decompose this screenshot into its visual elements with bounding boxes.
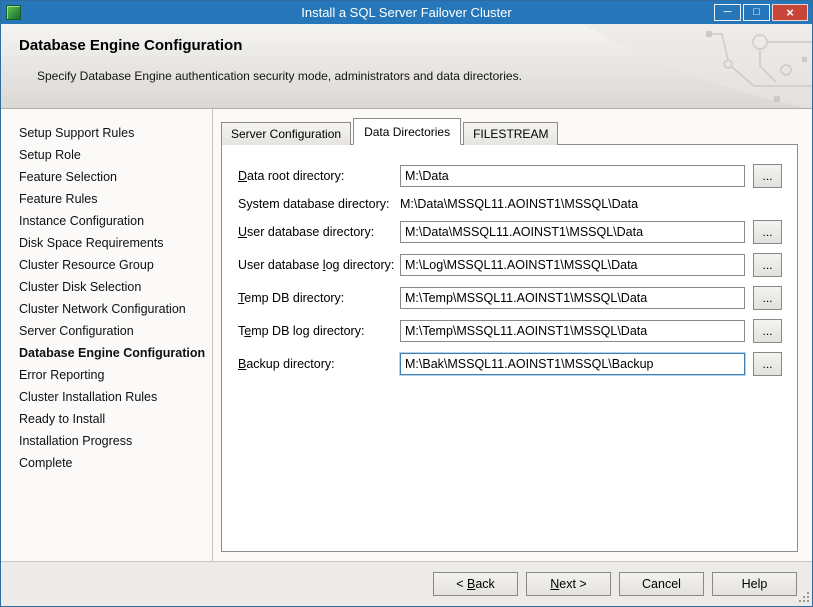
sidebar-item-cluster-disk-selection[interactable]: Cluster Disk Selection: [19, 276, 212, 298]
sidebar-item-instance-configuration[interactable]: Instance Configuration: [19, 210, 212, 232]
help-button[interactable]: Help: [712, 572, 797, 596]
tempdb-directory-label: Temp DB directory:: [238, 291, 345, 305]
field-row-data-root: Data root directory: ...: [238, 164, 782, 188]
cancel-button[interactable]: Cancel: [619, 572, 704, 596]
tab-filestream[interactable]: FILESTREAM: [463, 122, 559, 145]
system-database-directory-value: M:\Data\MSSQL11.AOINST1\MSSQL\Data: [400, 197, 639, 211]
window-title: Install a SQL Server Failover Cluster: [301, 5, 512, 20]
tempdb-log-directory-input[interactable]: [400, 320, 745, 342]
next-button[interactable]: Next >: [526, 572, 611, 596]
backup-directory-label: Backup directory:: [238, 357, 335, 371]
sidebar-item-setup-role[interactable]: Setup Role: [19, 144, 212, 166]
browse-tempdb-button[interactable]: ...: [753, 286, 782, 310]
sidebar-item-complete[interactable]: Complete: [19, 452, 212, 474]
sidebar-item-feature-rules[interactable]: Feature Rules: [19, 188, 212, 210]
field-row-system-database: System database directory: M:\Data\MSSQL…: [238, 197, 782, 211]
sidebar-item-error-reporting[interactable]: Error Reporting: [19, 364, 212, 386]
data-root-directory-label: Data root directory:: [238, 169, 345, 183]
close-icon: ×: [786, 5, 794, 20]
page-subtitle: Specify Database Engine authentication s…: [37, 69, 522, 83]
backup-directory-input[interactable]: [399, 352, 746, 376]
sidebar-item-cluster-resource-group[interactable]: Cluster Resource Group: [19, 254, 212, 276]
titlebar: Install a SQL Server Failover Cluster ─ …: [1, 1, 812, 24]
sidebar-item-installation-progress[interactable]: Installation Progress: [19, 430, 212, 452]
field-row-backup: Backup directory: ...: [238, 352, 782, 376]
tempdb-log-directory-label: Temp DB log directory:: [238, 324, 365, 338]
user-database-log-directory-label: User database log directory:: [238, 258, 395, 272]
sidebar-item-feature-selection[interactable]: Feature Selection: [19, 166, 212, 188]
data-directories-panel: Data root directory: ... System database…: [221, 144, 798, 552]
close-button[interactable]: ×: [772, 4, 808, 21]
sidebar-item-server-configuration[interactable]: Server Configuration: [19, 320, 212, 342]
main-panel: Server Configuration Data Directories FI…: [213, 109, 812, 561]
app-icon: [6, 5, 21, 20]
data-root-directory-input[interactable]: [400, 165, 745, 187]
user-database-directory-input[interactable]: [400, 221, 745, 243]
sidebar-item-ready-to-install[interactable]: Ready to Install: [19, 408, 212, 430]
tab-data-directories[interactable]: Data Directories: [353, 118, 462, 145]
minimize-icon: ─: [723, 6, 732, 18]
browse-user-database-log-button[interactable]: ...: [753, 253, 782, 277]
sidebar: Setup Support Rules Setup Role Feature S…: [1, 109, 213, 561]
browse-tempdb-log-button[interactable]: ...: [753, 319, 782, 343]
field-row-user-database-log: User database log directory: ...: [238, 253, 782, 277]
window-controls: ─ □ ×: [712, 4, 812, 21]
user-database-directory-label: User database directory:: [238, 225, 375, 239]
browse-data-root-button[interactable]: ...: [753, 164, 782, 188]
sidebar-item-database-engine-configuration[interactable]: Database Engine Configuration: [19, 342, 212, 364]
content-area: Setup Support Rules Setup Role Feature S…: [1, 109, 812, 561]
sidebar-item-disk-space-requirements[interactable]: Disk Space Requirements: [19, 232, 212, 254]
system-database-directory-label: System database directory:: [238, 197, 390, 211]
maximize-icon: □: [753, 6, 760, 18]
browse-user-database-button[interactable]: ...: [753, 220, 782, 244]
sidebar-item-cluster-installation-rules[interactable]: Cluster Installation Rules: [19, 386, 212, 408]
minimize-button[interactable]: ─: [714, 4, 741, 21]
page-header: Database Engine Configuration Specify Da…: [1, 24, 812, 109]
tab-strip: Server Configuration Data Directories FI…: [221, 118, 798, 145]
tab-server-configuration[interactable]: Server Configuration: [221, 122, 352, 145]
field-row-tempdb-log: Temp DB log directory: ...: [238, 319, 782, 343]
field-row-tempdb: Temp DB directory: ...: [238, 286, 782, 310]
page-title: Database Engine Configuration: [19, 37, 243, 54]
maximize-button[interactable]: □: [743, 4, 770, 21]
back-button[interactable]: < Back: [433, 572, 518, 596]
tempdb-directory-input[interactable]: [400, 287, 745, 309]
footer-button-bar: < Back Next > Cancel Help: [1, 561, 812, 606]
sidebar-item-setup-support-rules[interactable]: Setup Support Rules: [19, 122, 212, 144]
field-row-user-database: User database directory: ...: [238, 220, 782, 244]
browse-backup-button[interactable]: ...: [753, 352, 782, 376]
user-database-log-directory-input[interactable]: [400, 254, 745, 276]
sidebar-item-cluster-network-configuration[interactable]: Cluster Network Configuration: [19, 298, 212, 320]
setup-wizard-window: Install a SQL Server Failover Cluster ─ …: [0, 0, 813, 607]
resize-grip[interactable]: [797, 591, 810, 604]
